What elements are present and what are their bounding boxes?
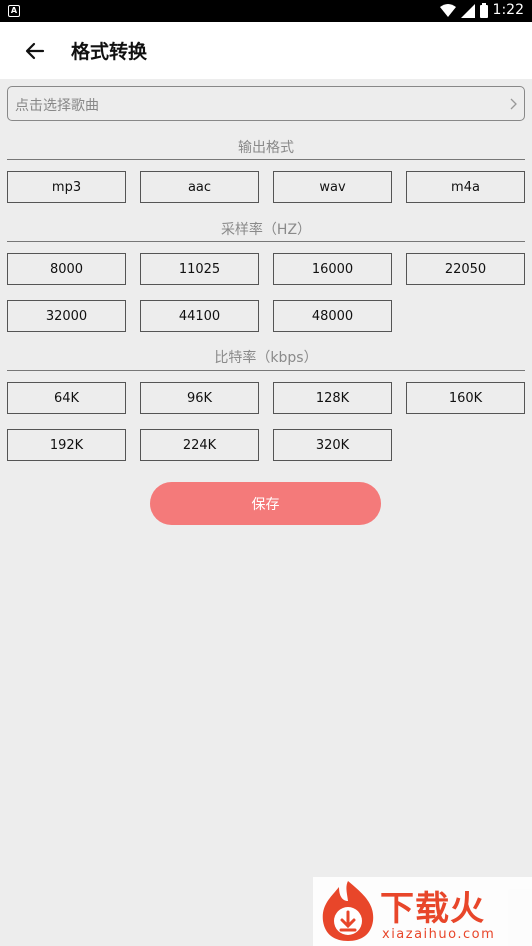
- song-picker[interactable]: 点击选择歌曲: [7, 86, 525, 121]
- arrow-left-icon[interactable]: [22, 39, 48, 63]
- save-button[interactable]: 保存: [150, 482, 381, 525]
- flame-logo-icon: [322, 881, 374, 941]
- bitrate-option[interactable]: 128K: [273, 382, 392, 414]
- notification-icon: A: [8, 5, 20, 17]
- sample-rate-divider: [7, 241, 525, 242]
- signal-icon: [461, 3, 475, 18]
- bitrate-option[interactable]: 192K: [7, 429, 126, 461]
- page-title: 格式转换: [71, 41, 148, 63]
- output-format-title: 输出格式: [238, 140, 294, 156]
- wifi-icon: [440, 3, 456, 17]
- sample-rate-option[interactable]: 8000: [7, 253, 126, 285]
- bitrate-title: 比特率（kbps）: [214, 350, 318, 366]
- status-bar: A 1:22: [0, 0, 532, 22]
- chevron-right-icon: [510, 98, 517, 110]
- bitrate-option[interactable]: 96K: [140, 382, 259, 414]
- status-time: 1:22: [492, 2, 524, 18]
- output-format-divider: [7, 159, 525, 160]
- sample-rate-option[interactable]: 22050: [406, 253, 525, 285]
- bitrate-option[interactable]: 224K: [140, 429, 259, 461]
- app-bar: 格式转换: [0, 22, 532, 79]
- sample-rate-title: 采样率（HZ）: [220, 222, 312, 238]
- format-option-mp3[interactable]: mp3: [7, 171, 126, 203]
- bitrate-option[interactable]: 64K: [7, 382, 126, 414]
- sample-rate-option[interactable]: 32000: [7, 300, 126, 332]
- sample-rate-option[interactable]: 11025: [140, 253, 259, 285]
- watermark-url: xiazaihuo.com: [382, 927, 496, 942]
- sample-rate-option[interactable]: 48000: [273, 300, 392, 332]
- format-option-m4a[interactable]: m4a: [406, 171, 525, 203]
- sample-rate-option[interactable]: 16000: [273, 253, 392, 285]
- bitrate-option[interactable]: 320K: [273, 429, 392, 461]
- format-option-aac[interactable]: aac: [140, 171, 259, 203]
- watermark: 下载火 xiazaihuo.com: [313, 877, 532, 946]
- format-option-wav[interactable]: wav: [273, 171, 392, 203]
- battery-icon: [480, 3, 488, 18]
- sample-rate-option[interactable]: 44100: [140, 300, 259, 332]
- watermark-brand: 下载火: [380, 889, 485, 929]
- song-picker-placeholder: 点击选择歌曲: [15, 98, 99, 114]
- bitrate-option[interactable]: 160K: [406, 382, 525, 414]
- bitrate-divider: [7, 370, 525, 371]
